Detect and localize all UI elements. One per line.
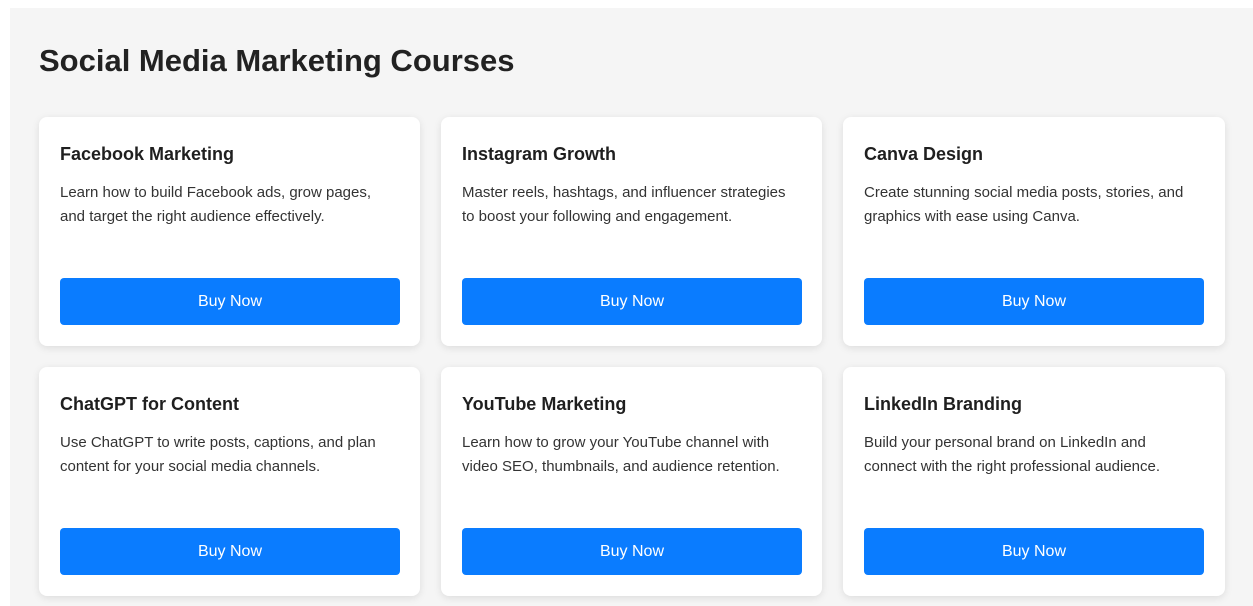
buy-now-button[interactable]: Buy Now <box>60 528 400 575</box>
course-card-canva-design: Canva Design Create stunning social medi… <box>843 117 1225 346</box>
course-title: ChatGPT for Content <box>60 394 239 414</box>
course-card-youtube-marketing: YouTube Marketing Learn how to grow your… <box>441 367 822 596</box>
courses-page: Social Media Marketing Courses Facebook … <box>10 8 1253 606</box>
course-description: Learn how to build Facebook ads, grow pa… <box>60 184 372 225</box>
buy-now-button[interactable]: Buy Now <box>462 278 802 325</box>
course-description: Use ChatGPT to write posts, captions, an… <box>60 434 376 475</box>
buy-now-button[interactable]: Buy Now <box>462 528 802 575</box>
buy-now-button[interactable]: Buy Now <box>864 278 1204 325</box>
course-description: Create stunning social media posts, stor… <box>864 184 1184 225</box>
buy-now-button[interactable]: Buy Now <box>864 528 1204 575</box>
course-title: Canva Design <box>864 144 984 164</box>
course-card-facebook-marketing: Facebook Marketing Learn how to build Fa… <box>39 117 420 346</box>
course-card-chatgpt-for-content: ChatGPT for Content Use ChatGPT to write… <box>39 367 420 596</box>
course-title: LinkedIn Branding <box>864 394 1023 414</box>
course-description: Master reels, hashtags, and influencer s… <box>462 184 786 225</box>
course-card-instagram-growth: Instagram Growth Master reels, hashtags,… <box>441 117 822 346</box>
course-grid: Facebook Marketing Learn how to build Fa… <box>39 117 1225 596</box>
course-description: Learn how to grow your YouTube channel w… <box>462 434 780 475</box>
course-title: YouTube Marketing <box>462 394 627 414</box>
page-title: Social Media Marketing Courses <box>39 43 515 78</box>
buy-now-button[interactable]: Buy Now <box>60 278 400 325</box>
course-description: Build your personal brand on LinkedIn an… <box>864 434 1161 475</box>
course-title: Instagram Growth <box>462 144 617 164</box>
course-card-linkedin-branding: LinkedIn Branding Build your personal br… <box>843 367 1225 596</box>
course-title: Facebook Marketing <box>60 144 235 164</box>
